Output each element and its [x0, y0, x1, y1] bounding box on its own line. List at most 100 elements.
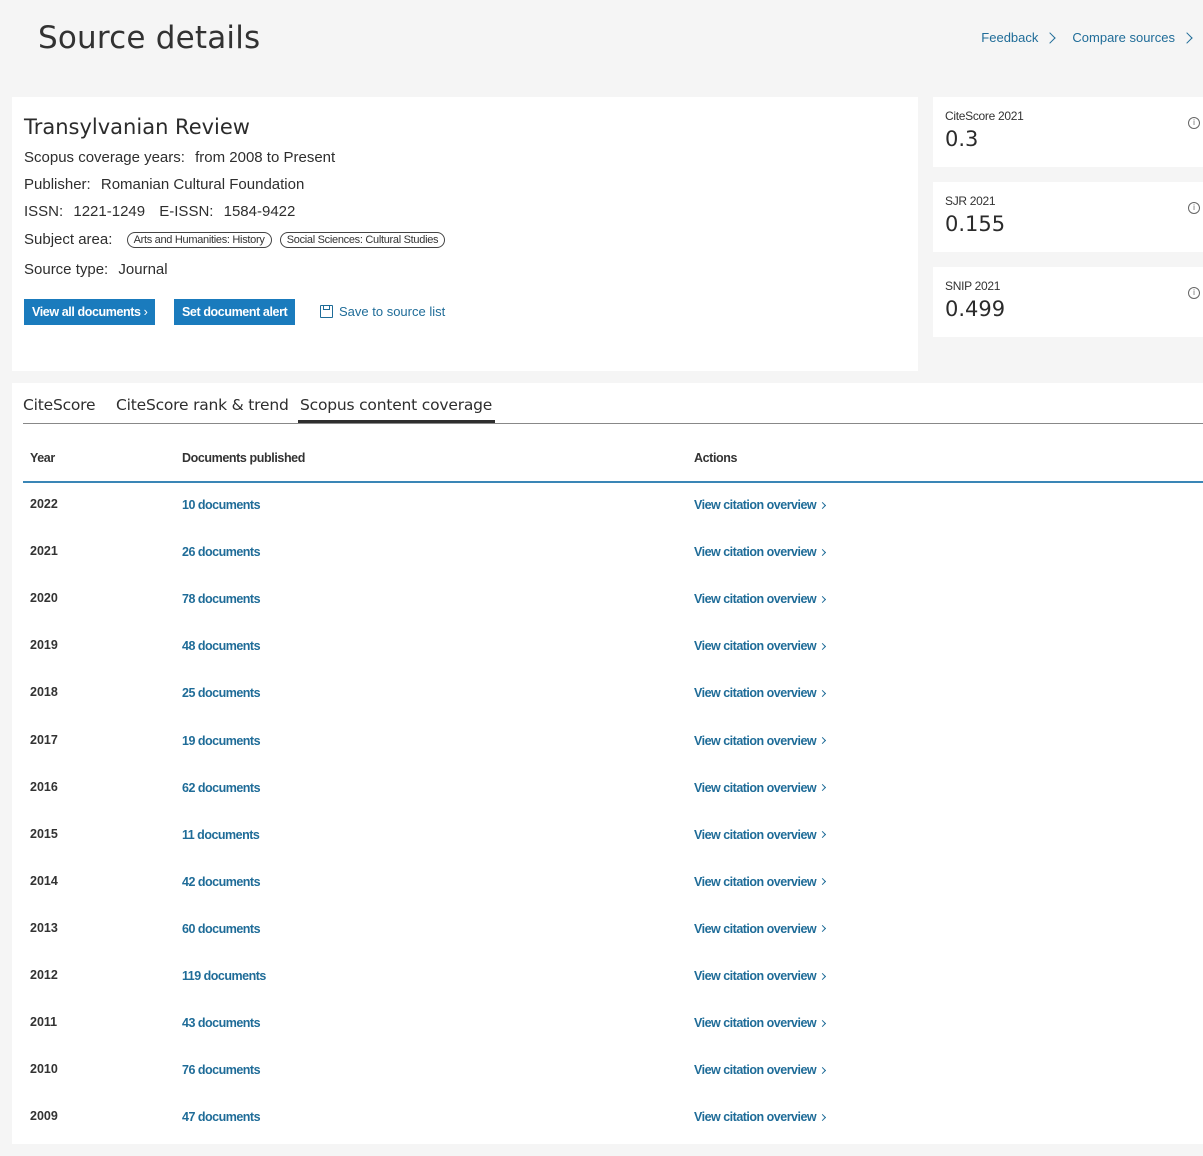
- chevron-right-icon: [819, 736, 827, 745]
- view-citation-overview-label: View citation overview: [694, 686, 817, 701]
- view-citation-overview-link[interactable]: View citation overview: [694, 1110, 827, 1125]
- header-divider: [23, 481, 1203, 483]
- info-icon[interactable]: i: [1188, 117, 1200, 129]
- info-icon[interactable]: i: [1188, 202, 1200, 214]
- header-links: Feedback Compare sources: [981, 30, 1193, 45]
- documents-link[interactable]: 42 documents: [182, 875, 261, 889]
- tab-bar: CiteScore CiteScore rank & trend Scopus …: [23, 383, 1203, 424]
- view-citation-overview-label: View citation overview: [694, 545, 817, 560]
- view-citation-overview-link[interactable]: View citation overview: [694, 1063, 827, 1077]
- view-citation-overview-link[interactable]: View citation overview: [694, 686, 827, 701]
- chevron-right-icon: [819, 1066, 827, 1074]
- view-citation-overview-link[interactable]: View citation overview: [694, 639, 827, 654]
- snip-value: 0.499: [945, 297, 1006, 321]
- source-card: Transylvanian Review Scopus coverage yea…: [12, 97, 918, 371]
- issn-line: ISSN: 1221-1249 E-ISSN: 1584-9422: [24, 203, 295, 220]
- view-citation-overview-label: View citation overview: [694, 639, 817, 654]
- set-document-alert-button[interactable]: Set document alert: [174, 299, 296, 325]
- view-citation-overview-label: View citation overview: [694, 827, 817, 842]
- citescore-card: CiteScore 2021 0.3 i: [933, 97, 1203, 167]
- subject-chip[interactable]: Social Sciences: Cultural Studies: [279, 232, 446, 249]
- source-type-line: Source type: Journal: [24, 261, 168, 278]
- view-citation-overview-link[interactable]: View citation overview: [694, 498, 827, 512]
- view-citation-overview-link[interactable]: View citation overview: [694, 733, 827, 748]
- coverage-value: from 2008 to Present: [195, 149, 336, 166]
- table-row: 2009 47 documents View citation overview: [12, 1109, 1203, 1156]
- column-header-year: Year: [30, 451, 55, 465]
- chevron-right-icon: [819, 501, 827, 509]
- eissn-label: E-ISSN:: [159, 203, 214, 220]
- column-header-documents: Documents published: [182, 451, 305, 465]
- table-row: 2011 43 documents View citation overview: [12, 1015, 1203, 1062]
- view-all-documents-button[interactable]: View all documents ›: [24, 299, 156, 325]
- year-cell: 2017: [30, 732, 58, 747]
- view-citation-overview-link[interactable]: View citation overview: [694, 827, 827, 842]
- active-tab-indicator: [298, 420, 495, 423]
- view-citation-overview-link[interactable]: View citation overview: [694, 1016, 827, 1030]
- view-citation-overview-link[interactable]: View citation overview: [694, 874, 827, 889]
- documents-link[interactable]: 76 documents: [182, 1063, 261, 1077]
- documents-link[interactable]: 10 documents: [182, 498, 261, 512]
- documents-link[interactable]: 48 documents: [182, 639, 261, 653]
- table-row: 2014 42 documents View citation overview: [12, 874, 1203, 921]
- page-header: Source details Feedback Compare sources: [0, 0, 1203, 84]
- year-cell: 2012: [30, 968, 58, 982]
- year-cell: 2020: [30, 591, 58, 606]
- compare-sources-link[interactable]: Compare sources: [1072, 30, 1193, 45]
- documents-link[interactable]: 26 documents: [182, 545, 261, 559]
- chevron-right-icon: [819, 925, 827, 933]
- save-to-source-list-label: Save to source list: [339, 304, 446, 319]
- chevron-right-icon: [1181, 31, 1193, 44]
- tab-citescore[interactable]: CiteScore: [23, 396, 96, 414]
- view-citation-overview-link[interactable]: View citation overview: [694, 969, 827, 983]
- chevron-right-icon: [819, 1019, 827, 1027]
- feedback-link[interactable]: Feedback: [981, 30, 1057, 45]
- table-row: 2018 25 documents View citation overview: [12, 685, 1203, 732]
- documents-link[interactable]: 62 documents: [182, 781, 261, 795]
- documents-link[interactable]: 25 documents: [182, 686, 261, 700]
- view-citation-overview-label: View citation overview: [694, 1110, 817, 1125]
- documents-link[interactable]: 11 documents: [182, 828, 260, 842]
- view-citation-overview-label: View citation overview: [694, 921, 817, 936]
- view-citation-overview-link[interactable]: View citation overview: [694, 780, 827, 795]
- documents-link[interactable]: 78 documents: [182, 592, 261, 606]
- publisher-line: Publisher: Romanian Cultural Foundation: [24, 176, 304, 193]
- chevron-right-icon: [819, 784, 827, 792]
- save-to-source-list-link[interactable]: Save to source list: [320, 304, 445, 319]
- table-row: 2016 62 documents View citation overview: [12, 780, 1203, 827]
- table-row: 2021 26 documents View citation overview: [12, 544, 1203, 591]
- source-type-label: Source type:: [24, 261, 109, 278]
- source-type-value: Journal: [118, 261, 168, 278]
- year-cell: 2021: [30, 544, 58, 559]
- save-icon: [320, 305, 333, 318]
- issn-label: ISSN:: [24, 203, 64, 220]
- view-citation-overview-link[interactable]: View citation overview: [694, 592, 827, 606]
- view-citation-overview-link[interactable]: View citation overview: [694, 545, 827, 560]
- sjr-label: SJR 2021: [945, 194, 996, 208]
- subject-line: Subject area: Arts and Humanities: Histo…: [24, 231, 446, 249]
- coverage-label: Scopus coverage years:: [24, 149, 185, 166]
- sjr-value: 0.155: [945, 212, 1006, 236]
- subject-label: Subject area:: [24, 231, 113, 248]
- chevron-right-icon: ›: [143, 305, 148, 319]
- view-citation-overview-label: View citation overview: [694, 874, 817, 889]
- coverage-line: Scopus coverage years: from 2008 to Pres…: [24, 149, 335, 166]
- feedback-label: Feedback: [981, 30, 1039, 45]
- tab-scopus-content-coverage[interactable]: Scopus content coverage: [300, 396, 492, 414]
- tab-citescore-rank-trend[interactable]: CiteScore rank & trend: [116, 396, 289, 414]
- documents-link[interactable]: 119 documents: [182, 969, 266, 983]
- chevron-right-icon: [819, 595, 827, 603]
- citescore-label: CiteScore 2021: [945, 109, 1024, 123]
- documents-link[interactable]: 19 documents: [182, 734, 261, 748]
- subject-chip[interactable]: Arts and Humanities: History: [126, 232, 272, 249]
- documents-link[interactable]: 43 documents: [182, 1016, 261, 1030]
- documents-link[interactable]: 47 documents: [182, 1110, 261, 1124]
- view-citation-overview-link[interactable]: View citation overview: [694, 921, 827, 936]
- info-icon[interactable]: i: [1188, 287, 1200, 299]
- documents-link[interactable]: 60 documents: [182, 922, 261, 936]
- year-cell: 2015: [30, 826, 58, 841]
- year-cell: 2014: [30, 873, 58, 888]
- view-citation-overview-label: View citation overview: [694, 780, 817, 795]
- year-cell: 2010: [30, 1062, 58, 1077]
- view-citation-overview-label: View citation overview: [694, 733, 817, 748]
